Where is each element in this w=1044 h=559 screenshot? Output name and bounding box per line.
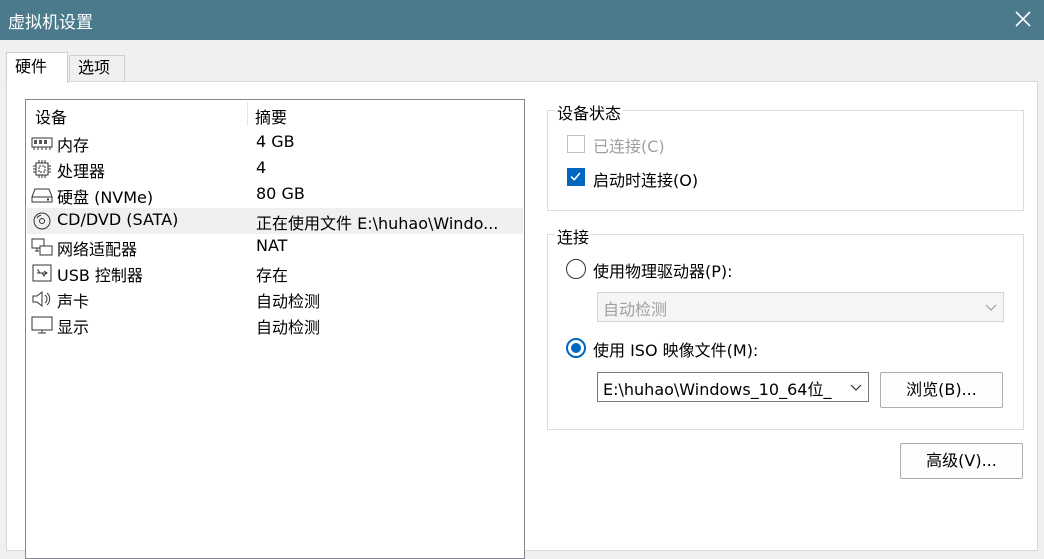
device-row-sound-card[interactable]: 声卡 自动检测 (27, 286, 523, 312)
browse-button[interactable]: 浏览(B)... (880, 372, 1003, 408)
device-name: CD/DVD (SATA) (57, 210, 179, 229)
processor-icon (33, 160, 51, 178)
device-name: USB 控制器 (57, 266, 143, 285)
physical-drive-label: 使用物理驱动器(P): (593, 262, 733, 281)
device-name: 网络适配器 (57, 240, 138, 259)
window-title: 虚拟机设置 (8, 13, 93, 33)
hard-disk-icon (31, 188, 53, 203)
device-row-display[interactable]: 显示 自动检测 (27, 312, 523, 338)
chevron-down-icon[interactable] (850, 382, 862, 392)
device-name: 处理器 (57, 162, 106, 181)
tab-hardware[interactable]: 硬件 (6, 52, 68, 83)
device-row-usb-controller[interactable]: USB 控制器 存在 (27, 260, 523, 286)
device-name: 内存 (57, 136, 90, 155)
close-icon[interactable] (1010, 6, 1036, 32)
connected-checkbox[interactable] (567, 135, 585, 153)
device-row-memory[interactable]: 内存 4 GB (27, 130, 523, 156)
physical-drive-radio[interactable] (566, 259, 586, 279)
network-adapter-icon (31, 238, 53, 256)
memory-icon (31, 137, 53, 150)
cd-dvd-icon (33, 212, 51, 230)
device-summary: 自动检测 (256, 318, 321, 337)
advanced-button[interactable]: 高级(V)... (900, 443, 1023, 479)
device-status-title: 设备状态 (555, 100, 624, 124)
device-name: 显示 (57, 318, 90, 337)
checkmark-icon (570, 172, 581, 181)
display-icon (31, 316, 53, 334)
physical-drive-select[interactable]: 自动检测 (597, 292, 1004, 322)
physical-drive-value: 自动检测 (603, 300, 668, 319)
device-summary: 自动检测 (256, 292, 321, 311)
tab-options[interactable]: 选项 (69, 55, 125, 81)
sound-card-icon (32, 290, 51, 308)
device-summary: 4 GB (256, 132, 295, 151)
connected-label: 已连接(C) (593, 137, 665, 156)
iso-path-combobox[interactable]: E:\huhao\Windows_10_64位_ (597, 372, 869, 402)
device-list-header: 设备 摘要 (26, 100, 524, 128)
device-summary: 80 GB (256, 184, 305, 203)
title-bar: 虚拟机设置 (0, 0, 1044, 40)
device-row-processor[interactable]: 处理器 4 (27, 156, 523, 182)
connect-at-power-on-checkbox[interactable] (567, 168, 585, 186)
device-row-network-adapter[interactable]: 网络适配器 NAT (27, 234, 523, 260)
iso-image-label: 使用 ISO 映像文件(M): (593, 341, 759, 360)
iso-path-value[interactable]: E:\huhao\Windows_10_64位_ (603, 376, 831, 400)
device-name: 硬盘 (NVMe) (57, 188, 154, 207)
device-summary: 存在 (256, 266, 289, 285)
device-summary: 正在使用文件 E:\huhao\Windo... (256, 214, 499, 233)
connect-at-power-on-label: 启动时连接(O) (593, 171, 699, 190)
iso-image-radio[interactable] (566, 338, 586, 358)
chevron-down-icon (985, 304, 997, 311)
device-row-cd-dvd[interactable]: CD/DVD (SATA) 正在使用文件 E:\huhao\Windo... (27, 208, 523, 234)
device-list[interactable]: 设备 摘要 内存 4 GB 处理器 4 硬盘 (NVMe) 80 GB CD/D… (25, 99, 525, 559)
column-header-device[interactable]: 设备 (35, 104, 67, 128)
device-row-hard-disk[interactable]: 硬盘 (NVMe) 80 GB (27, 182, 523, 208)
column-separator[interactable] (247, 102, 248, 126)
device-name: 声卡 (57, 292, 90, 311)
connection-title: 连接 (555, 224, 592, 248)
device-summary: NAT (256, 236, 288, 255)
column-header-summary[interactable]: 摘要 (255, 104, 287, 128)
device-status-group (547, 110, 1024, 211)
device-summary: 4 (256, 158, 267, 177)
usb-icon (32, 264, 52, 282)
